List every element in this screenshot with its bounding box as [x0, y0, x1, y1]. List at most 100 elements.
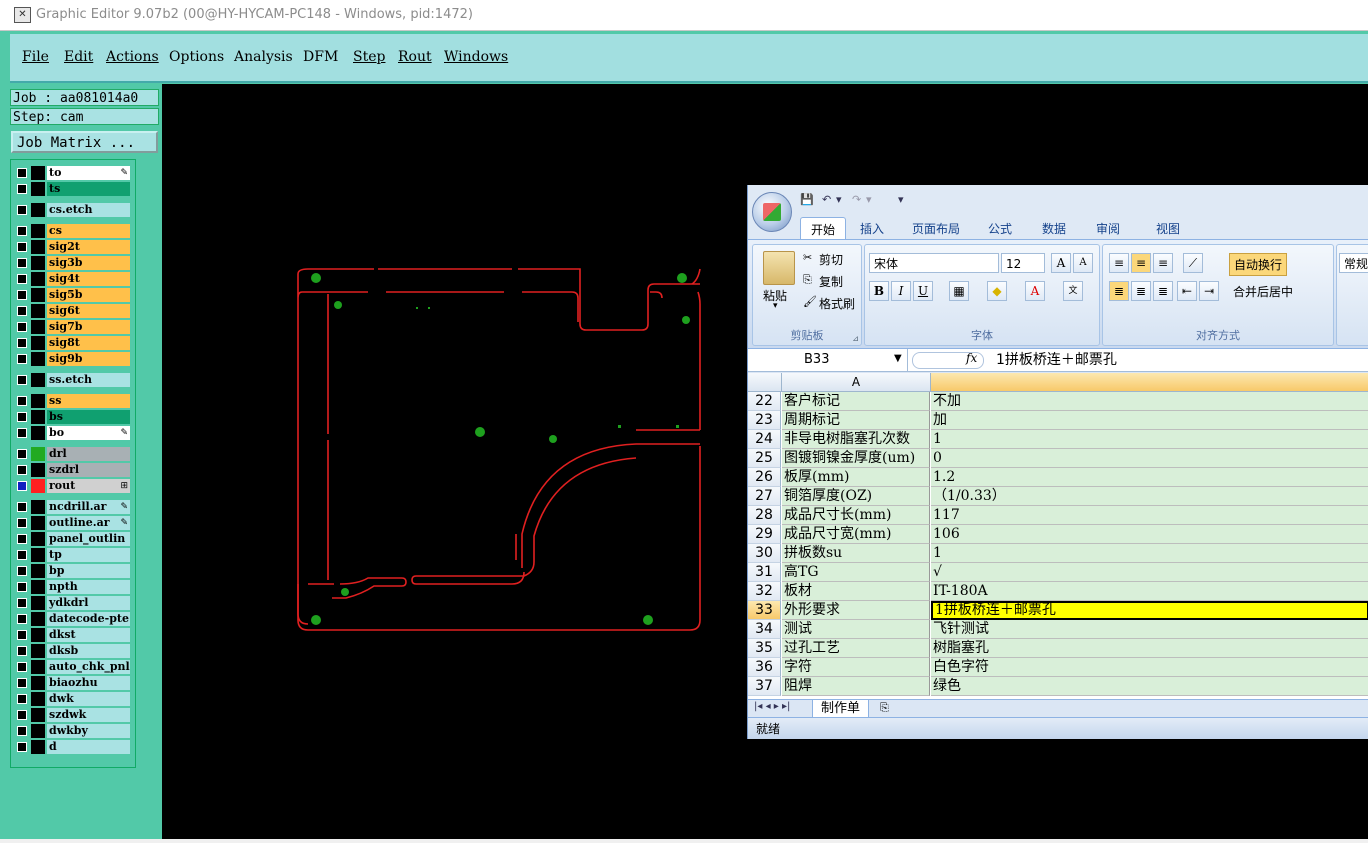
layer-name[interactable]: sig4t [47, 272, 130, 286]
layer-checkbox[interactable] [17, 646, 27, 656]
layer-row-sig9b[interactable]: sig9b [14, 352, 130, 366]
copy-icon[interactable]: ⎘ [803, 273, 812, 287]
row-header[interactable]: 29 [748, 525, 781, 544]
layer-name[interactable]: dksb [47, 644, 130, 658]
align-left-icon[interactable]: ≣ [1109, 281, 1129, 301]
cell-b[interactable]: 117 [931, 506, 1368, 525]
cell-a[interactable]: 周期标记 [782, 411, 930, 430]
row-header[interactable]: 34 [748, 620, 781, 639]
layer-checkbox[interactable] [17, 168, 27, 178]
layer-row-dksb[interactable]: dksb [14, 644, 130, 658]
decrease-indent-icon[interactable]: ⇤ [1177, 281, 1197, 301]
layer-checkbox[interactable] [17, 375, 27, 385]
job-matrix-button[interactable]: Job Matrix ... [11, 131, 158, 153]
row-header[interactable]: 24 [748, 430, 781, 449]
layer-color-swatch[interactable] [31, 203, 45, 217]
layer-checkbox[interactable] [17, 481, 27, 491]
layer-checkbox[interactable] [17, 726, 27, 736]
menu-windows[interactable]: Windows [444, 49, 508, 65]
paste-dropdown-icon[interactable]: ▾ [773, 301, 778, 311]
layer-row-dwkby[interactable]: dwkby [14, 724, 130, 738]
cell-a[interactable]: 外形要求 [782, 601, 930, 620]
layer-checkbox[interactable] [17, 184, 27, 194]
layer-color-swatch[interactable] [31, 708, 45, 722]
layer-checkbox[interactable] [17, 534, 27, 544]
cell-a[interactable]: 图镀铜镍金厚度(um) [782, 449, 930, 468]
layer-row-tp[interactable]: tp [14, 548, 130, 562]
layer-name[interactable]: ydkdrl [47, 596, 130, 610]
layer-row-sig4t[interactable]: sig4t [14, 272, 130, 286]
align-right-icon[interactable]: ≣ [1153, 281, 1173, 301]
align-middle-icon[interactable]: ≡ [1131, 253, 1151, 273]
cell-b[interactable]: 树脂塞孔 [931, 639, 1368, 658]
layer-checkbox[interactable] [17, 428, 27, 438]
layer-name[interactable]: sig2t [47, 240, 130, 254]
cell-a[interactable]: 板厚(mm) [782, 468, 930, 487]
select-all-corner[interactable] [748, 373, 782, 391]
layer-color-swatch[interactable] [31, 660, 45, 674]
shrink-font-icon[interactable]: A [1073, 253, 1093, 273]
layer-row-ydkdrl[interactable]: ydkdrl [14, 596, 130, 610]
layer-row-drl[interactable]: drl [14, 447, 130, 461]
layer-color-swatch[interactable] [31, 628, 45, 642]
cell-a[interactable]: 阻焊 [782, 677, 930, 696]
layer-row-sig2t[interactable]: sig2t [14, 240, 130, 254]
insert-function-icon[interactable]: fx [966, 351, 977, 365]
layer-checkbox[interactable] [17, 582, 27, 592]
layer-name[interactable]: npth [47, 580, 130, 594]
insert-sheet-icon[interactable]: ⎘ [880, 701, 889, 715]
ribbon-tab-6[interactable]: 视图 [1156, 220, 1180, 237]
layer-color-swatch[interactable] [31, 256, 45, 270]
layer-checkbox[interactable] [17, 550, 27, 560]
layer-name[interactable]: dkst [47, 628, 130, 642]
layer-row-rout[interactable]: rout ⊞ [14, 479, 130, 493]
layer-name[interactable]: sig3b [47, 256, 130, 270]
bold-icon[interactable]: B [869, 281, 889, 301]
layer-checkbox[interactable] [17, 306, 27, 316]
number-format-select[interactable]: 常规 [1339, 253, 1368, 273]
layer-name[interactable]: szdrl [47, 463, 130, 477]
cell-a[interactable]: 高TG [782, 563, 930, 582]
layer-checkbox[interactable] [17, 322, 27, 332]
layer-row-bp[interactable]: bp [14, 564, 130, 578]
layer-name[interactable]: sig7b [47, 320, 130, 334]
excel-window[interactable]: 💾 ↶ ▾ ↷ ▾ ▾ 开始 插入 页面布局 公式 数据 审阅 视图 粘贴 ▾ ✂ 剪切 ⎘… [747, 185, 1368, 739]
layer-checkbox[interactable] [17, 742, 27, 752]
font-size-input[interactable]: 12 [1001, 253, 1045, 273]
orientation-icon[interactable]: ⟋ [1183, 253, 1203, 273]
layer-name[interactable]: dwkby [47, 724, 130, 738]
layer-checkbox[interactable] [17, 242, 27, 252]
cut-icon[interactable]: ✂ [803, 251, 812, 264]
layer-color-swatch[interactable] [31, 500, 45, 514]
ribbon-tab-4[interactable]: 数据 [1042, 220, 1066, 237]
layer-color-swatch[interactable] [31, 272, 45, 286]
layer-row-dwk[interactable]: dwk [14, 692, 130, 706]
font-color-icon[interactable]: A [1025, 281, 1045, 301]
cell-b[interactable]: 0 [931, 449, 1368, 468]
row-header[interactable]: 31 [748, 563, 781, 582]
layer-row-to[interactable]: to ✎ [14, 166, 130, 180]
merge-center-button[interactable]: 合并后居中 [1229, 283, 1297, 300]
redo-icon[interactable]: ↷ [852, 193, 861, 206]
font-name-input[interactable]: 宋体 [869, 253, 999, 273]
layer-color-swatch[interactable] [31, 336, 45, 350]
name-box-dropdown-icon[interactable]: ▼ [894, 353, 902, 364]
spreadsheet-grid[interactable]: A 22 客户标记 不加 23 周期标记加 24 非导电树脂塞孔次数 1 25 图镀铜镍金厚度(u… [748, 373, 1368, 699]
layer-name[interactable]: outline.ar [47, 516, 130, 530]
undo-dropdown-icon[interactable]: ▾ [836, 193, 842, 206]
cell-b[interactable]: 加 [931, 411, 1368, 430]
cell-b[interactable]: 绿色 [931, 677, 1368, 696]
layer-row-bs[interactable]: bs [14, 410, 130, 424]
cell-b[interactable]: √ [931, 563, 1368, 582]
layer-name[interactable]: cs [47, 224, 130, 238]
row-header[interactable]: 35 [748, 639, 781, 658]
cell-b[interactable]: 不加 [931, 392, 1368, 411]
row-header[interactable]: 27 [748, 487, 781, 506]
layer-name[interactable]: tp [47, 548, 130, 562]
layer-row-ts[interactable]: ts [14, 182, 130, 196]
layer-checkbox[interactable] [17, 290, 27, 300]
layer-row-sig8t[interactable]: sig8t [14, 336, 130, 350]
layer-color-swatch[interactable] [31, 532, 45, 546]
column-header-b[interactable] [931, 373, 1368, 391]
layer-row-auto-chk-pnl[interactable]: auto_chk_pnl [14, 660, 130, 674]
